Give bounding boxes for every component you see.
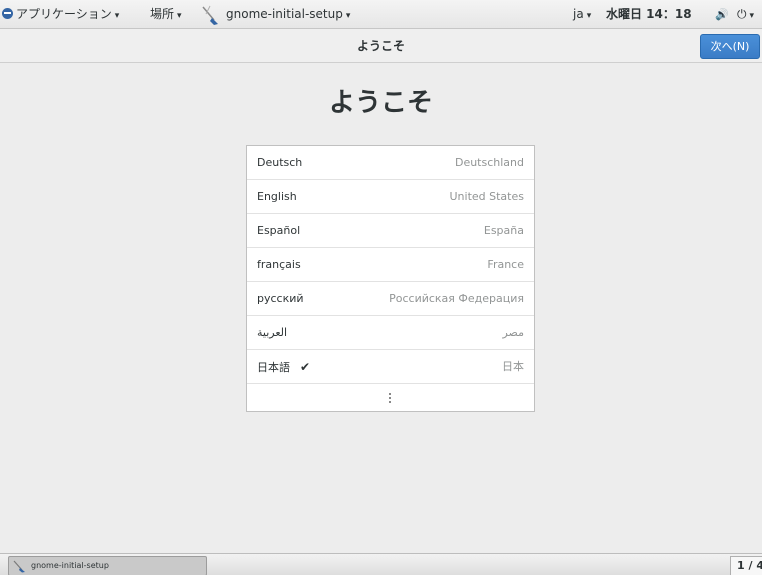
- tools-icon: [13, 560, 25, 573]
- language-region: مصر: [502, 326, 524, 339]
- language-name-text: 日本語: [257, 361, 290, 374]
- chevron-down-icon: ▾: [586, 11, 592, 21]
- language-region: Российская Федерация: [389, 292, 524, 305]
- tools-icon: [202, 5, 218, 25]
- chevron-down-icon: ▾: [114, 11, 120, 21]
- top-panel: アプリケーション ▾ 場所 ▾ gnome-initial-setup ▾ ja ▾ 水…: [0, 0, 762, 29]
- workspace-indicator[interactable]: 1 / 4: [730, 556, 762, 575]
- language-row-arabic[interactable]: العربية مصر: [247, 316, 534, 350]
- language-row-russian[interactable]: русский Российская Федерация: [247, 282, 534, 316]
- language-row-deutsch[interactable]: Deutsch Deutschland: [247, 146, 534, 180]
- language-name: русский: [257, 292, 304, 305]
- taskbar-item-label: gnome-initial-setup: [31, 561, 109, 570]
- input-source-indicator[interactable]: ja ▾: [573, 0, 591, 29]
- input-source-label: ja: [573, 7, 584, 21]
- language-region: España: [483, 224, 524, 237]
- page-title: ようこそ: [328, 88, 433, 118]
- header-bar: ようこそ 次へ(N): [0, 29, 762, 63]
- chevron-down-icon: ▾: [345, 11, 351, 21]
- taskbar-item-gnome-initial-setup[interactable]: gnome-initial-setup: [8, 556, 207, 575]
- language-row-espanol[interactable]: Español España: [247, 214, 534, 248]
- language-region: 日本: [502, 360, 524, 373]
- language-row-english[interactable]: English United States: [247, 180, 534, 214]
- language-list: Deutsch Deutschland English United State…: [246, 145, 535, 412]
- language-region: France: [487, 258, 524, 271]
- language-name: français: [257, 258, 301, 271]
- window-list: gnome-initial-setup 1 / 4: [0, 553, 762, 575]
- language-name: العربية: [257, 326, 288, 339]
- clock[interactable]: 水曜日 14：18: [606, 0, 692, 29]
- applications-menu-label: アプリケーション: [16, 7, 112, 21]
- language-name: 日本語 ✔: [257, 350, 310, 385]
- places-menu[interactable]: 場所 ▾: [150, 0, 182, 29]
- app-menu[interactable]: gnome-initial-setup ▾: [200, 0, 350, 29]
- more-languages-button[interactable]: [247, 384, 534, 414]
- app-menu-label: gnome-initial-setup: [226, 7, 343, 21]
- places-menu-label: 場所: [150, 7, 175, 21]
- applications-menu[interactable]: アプリケーション ▾: [0, 0, 119, 29]
- next-button[interactable]: 次へ(N): [700, 34, 760, 59]
- check-icon: ✔: [300, 360, 311, 374]
- language-region: Deutschland: [454, 156, 524, 169]
- language-name: Español: [257, 224, 301, 237]
- language-name: English: [257, 190, 297, 203]
- chevron-down-icon: ▾: [749, 11, 755, 21]
- chevron-down-icon: ▾: [177, 11, 182, 21]
- power-icon: ⏻: [737, 7, 747, 21]
- system-menu[interactable]: ⏻ ▾: [737, 0, 754, 29]
- header-title: ようこそ: [356, 39, 405, 53]
- volume-icon[interactable]: 🔊: [715, 0, 729, 29]
- language-row-francais[interactable]: français France: [247, 248, 534, 282]
- language-name: Deutsch: [257, 156, 303, 169]
- more-vertical-icon: [389, 393, 392, 407]
- language-row-japanese[interactable]: 日本語 ✔ 日本: [247, 350, 534, 384]
- applications-icon: [2, 8, 13, 19]
- language-region: United States: [449, 190, 525, 203]
